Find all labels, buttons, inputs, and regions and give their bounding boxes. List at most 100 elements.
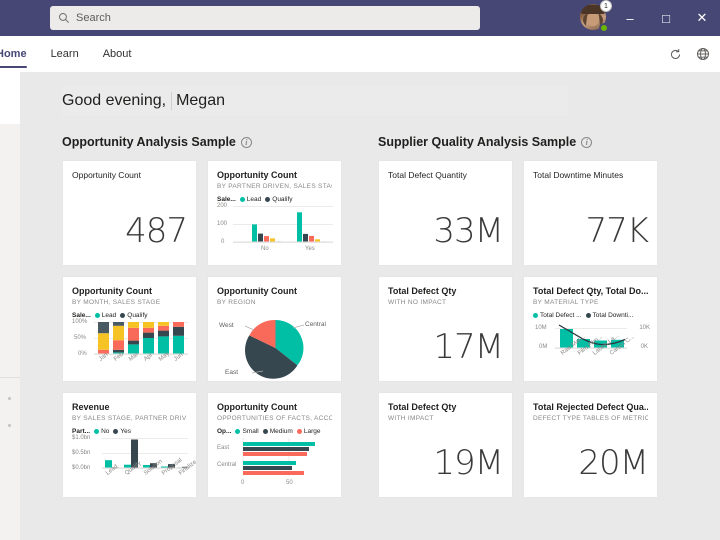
info-icon[interactable]: i: [241, 137, 252, 148]
total-downtime-minutes-card[interactable]: Total Downtime Minutes 77K: [523, 160, 658, 266]
tile-value: 487: [63, 211, 187, 251]
legend-item: Total Downti...: [586, 312, 634, 319]
legend-item: Lead: [95, 312, 116, 319]
legend-item: Medium: [263, 428, 293, 435]
legend-item: Small: [235, 428, 258, 435]
opportunity-count-by-month-card[interactable]: Opportunity Count BY MONTH, SALES STAGE …: [62, 276, 197, 382]
legend-item: Large: [297, 428, 321, 435]
tile-subtitle: OPPORTUNITIES OF FACTS, ACCOU...: [217, 414, 332, 423]
total-defect-qty-no-impact-card[interactable]: Total Defect Qty WITH NO IMPACT 17M: [378, 276, 513, 382]
opportunity-count-card[interactable]: Opportunity Count 487: [62, 160, 197, 266]
tile-value: 33M: [379, 211, 503, 251]
tile-subtitle: WITH NO IMPACT: [388, 298, 503, 307]
tile-subtitle: BY MONTH, SALES STAGE: [72, 298, 187, 307]
revenue-column-chart: $1.0bn $0.5bn $0.0bn: [72, 438, 189, 496]
left-rail: [0, 72, 20, 540]
greeting-name: Megan: [171, 92, 225, 110]
tile-title: Total Downtime Minutes: [533, 170, 648, 181]
legend-key: Sale...: [72, 312, 91, 319]
legend-item: Yes: [113, 428, 131, 435]
legend-key: Part...: [72, 428, 90, 435]
legend-key: Op...: [217, 428, 231, 435]
tile-subtitle: BY REGION: [217, 298, 332, 307]
tile-title: Opportunity Count: [217, 170, 332, 181]
total-defect-qty-by-material-card[interactable]: Total Defect Qty, Total Do... BY MATERIA…: [523, 276, 658, 382]
section-title-supplier: Supplier Quality Analysis Sample i: [378, 135, 592, 149]
search-box[interactable]: [50, 6, 480, 30]
revenue-by-sales-stage-card[interactable]: Revenue BY SALES STAGE, PARTNER DRIVEN P…: [62, 392, 197, 498]
info-icon[interactable]: i: [581, 137, 592, 148]
legend-item: Qualify: [120, 312, 147, 319]
search-icon: [58, 12, 70, 24]
tile-subtitle: WITH IMPACT: [388, 414, 503, 423]
nav-tabs: Home Learn About: [0, 36, 143, 72]
maximize-button[interactable]: □: [648, 0, 684, 36]
tile-title: Total Rejected Defect Qua...: [533, 402, 648, 413]
legend-item: Qualify: [265, 196, 292, 203]
chart-legend: Sale... Lead Qualify: [217, 196, 332, 203]
legend-key: Sale...: [217, 196, 236, 203]
tab-about[interactable]: About: [91, 36, 144, 72]
rail-marker-2: [8, 424, 11, 427]
horizontal-bar-chart: East Central 0 50: [217, 438, 334, 490]
rail-divider: [0, 377, 20, 378]
tile-subtitle: DEFECT TYPE TABLES OF METRICS...: [533, 414, 648, 423]
clustered-column-chart: 200 100 0: [217, 206, 334, 264]
close-button[interactable]: ✕: [684, 0, 720, 36]
section-title-opportunity: Opportunity Analysis Sample i: [62, 135, 252, 149]
tile-value: 17M: [379, 327, 503, 367]
greeting-prefix: Good evening,: [62, 92, 166, 110]
opportunity-count-by-facts-card[interactable]: Opportunity Count OPPORTUNITIES OF FACTS…: [207, 392, 342, 498]
pie-label-central: Central: [305, 321, 326, 328]
x-tick: Yes: [305, 246, 315, 252]
greeting-bar: Good evening, Megan: [62, 86, 568, 116]
section-label-supplier: Supplier Quality Analysis Sample: [378, 135, 576, 149]
x-tick: 50: [286, 480, 293, 486]
tile-title: Opportunity Count: [217, 402, 332, 413]
tile-subtitle: BY SALES STAGE, PARTNER DRIVEN: [72, 414, 187, 423]
tab-home[interactable]: Home: [0, 36, 39, 72]
tile-title: Total Defect Qty, Total Do...: [533, 286, 648, 297]
x-tick: 0: [241, 480, 244, 486]
legend-item: Lead: [240, 196, 261, 203]
pie-chart: Central West East: [217, 313, 334, 382]
chart-legend: Op... Small Medium Large: [217, 428, 332, 435]
power-bi-teams-app: 1 – □ ✕ Home Learn About: [0, 0, 720, 540]
globe-icon[interactable]: [694, 45, 712, 63]
opportunity-count-by-partner-card[interactable]: Opportunity Count BY PARTNER DRIVEN, SAL…: [207, 160, 342, 266]
refresh-icon[interactable]: [666, 45, 684, 63]
search-input[interactable]: [76, 9, 472, 27]
tile-title: Total Defect Quantity: [388, 170, 503, 181]
x-tick: No: [261, 246, 269, 252]
title-bar: 1 – □ ✕: [0, 0, 720, 36]
notification-badge: 1: [600, 0, 612, 12]
chart-legend: Part... No Yes: [72, 428, 187, 435]
content-area: Good evening, Megan Opportunity Analysis…: [20, 72, 720, 540]
tile-value: 77K: [524, 211, 648, 251]
tile-title: Revenue: [72, 402, 187, 413]
combo-chart: 10M 0M 10K 0K: [533, 322, 650, 380]
legend-item: No: [94, 428, 109, 435]
stacked-column-chart: 100% 50% 0%: [72, 322, 189, 380]
section-label-opportunity: Opportunity Analysis Sample: [62, 135, 236, 149]
presence-indicator: [599, 23, 609, 33]
tile-title: Opportunity Count: [217, 286, 332, 297]
avatar[interactable]: 1: [580, 4, 608, 32]
chart-legend: Total Defect ... Total Downti...: [533, 312, 648, 319]
minimize-button[interactable]: –: [612, 0, 648, 36]
tab-learn[interactable]: Learn: [39, 36, 91, 72]
total-defect-qty-with-impact-card[interactable]: Total Defect Qty WITH IMPACT 19M: [378, 392, 513, 498]
pie-label-east: East: [225, 369, 238, 376]
pie-label-west: West: [219, 322, 234, 329]
tile-value: 20M: [524, 443, 648, 483]
rail-top: [0, 72, 20, 124]
opportunity-count-by-region-card[interactable]: Opportunity Count BY REGION: [207, 276, 342, 382]
rail-marker-1: [8, 397, 11, 400]
total-defect-quantity-card[interactable]: Total Defect Quantity 33M: [378, 160, 513, 266]
nav-actions: [666, 36, 712, 72]
tile-title: Opportunity Count: [72, 286, 187, 297]
nav-bar: Home Learn About: [0, 36, 720, 73]
tile-title: Total Defect Qty: [388, 286, 503, 297]
total-rejected-defect-card[interactable]: Total Rejected Defect Qua... DEFECT TYPE…: [523, 392, 658, 498]
tile-subtitle: BY PARTNER DRIVEN, SALES STAGE: [217, 182, 332, 191]
